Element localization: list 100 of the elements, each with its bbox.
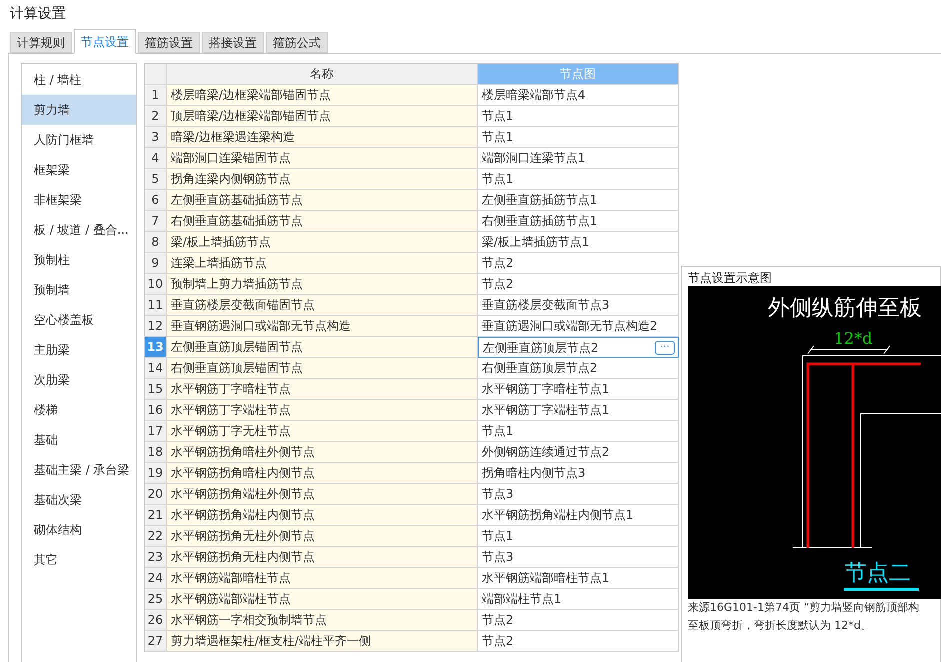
table-cell: 水平钢筋丁字暗柱节点 xyxy=(167,379,478,400)
table-cell: 水平钢筋拐角无柱内侧节点 xyxy=(167,547,478,568)
table-cell: 剪力墙遇框架柱/框支柱/端柱平齐一侧 xyxy=(167,631,478,652)
table-cell[interactable]: 节点1 xyxy=(482,128,675,146)
table-cell: 水平钢筋端部端柱节点 xyxy=(167,589,478,610)
sidebar-item[interactable]: 人防门框墙 xyxy=(22,125,136,155)
table-cell: 右侧垂直筋基础插筋节点 xyxy=(167,211,478,232)
sidebar-item[interactable]: 空心楼盖板 xyxy=(22,305,136,335)
row-number: 22 xyxy=(145,526,167,547)
window-title: 计算设置 xyxy=(10,6,66,22)
table-cell[interactable]: 节点1 xyxy=(482,422,675,440)
row-number: 18 xyxy=(145,442,167,463)
table-cell: 垂直筋楼层变截面锚固节点 xyxy=(167,295,478,316)
table-cell[interactable]: 节点2 xyxy=(482,275,675,293)
table-cell: 端部洞口连梁锚固节点 xyxy=(167,148,478,169)
tab[interactable]: 计算规则 xyxy=(10,32,72,53)
table-cell[interactable]: 节点2 xyxy=(482,611,675,629)
row-number: 19 xyxy=(145,463,167,484)
sidebar-item[interactable]: 楼梯 xyxy=(22,395,136,425)
row-number: 24 xyxy=(145,568,167,589)
table-cell[interactable]: 垂直筋遇洞口或端部无节点构造2 xyxy=(482,317,675,335)
table-cell: 水平钢筋拐角无柱外侧节点 xyxy=(167,526,478,547)
sidebar-item[interactable]: 次肋梁 xyxy=(22,365,136,395)
sidebar-item[interactable]: 砌体结构 xyxy=(22,515,136,545)
sidebar-item[interactable]: 预制墙 xyxy=(22,275,136,305)
table-cell: 水平钢筋拐角暗柱内侧节点 xyxy=(167,463,478,484)
source-note: 来源16G101-1第74页 “剪力墙竖向钢筋顶部构 xyxy=(688,600,921,616)
table-cell[interactable]: 梁/板上墙插筋节点1 xyxy=(482,233,675,251)
row-number: 16 xyxy=(145,400,167,421)
table-cell: 水平钢筋丁字无柱节点 xyxy=(167,421,478,442)
table-cell: 楼层暗梁/边框梁端部锚固节点 xyxy=(167,85,478,106)
table-cell: 水平钢筋拐角端柱内侧节点 xyxy=(167,505,478,526)
table-cell[interactable]: 节点2 xyxy=(482,254,675,272)
table-cell: 水平钢筋丁字端柱节点 xyxy=(167,400,478,421)
sidebar-item[interactable]: 框架梁 xyxy=(22,155,136,185)
table-cell: 顶层暗梁/边框梁端部锚固节点 xyxy=(167,106,478,127)
tab[interactable]: 节点设置 xyxy=(74,29,136,54)
table-cell[interactable]: 端部洞口连梁节点1 xyxy=(482,149,675,167)
table-cell[interactable]: 节点1 xyxy=(482,527,675,545)
table-cell: 左侧垂直筋基础插筋节点 xyxy=(167,190,478,211)
table-cell[interactable]: 节点1 xyxy=(482,170,675,188)
table-cell: 水平钢筋拐角暗柱外侧节点 xyxy=(167,442,478,463)
table-cell: 梁/板上墙插筋节点 xyxy=(167,232,478,253)
table-cell[interactable]: 右侧垂直筋插筋节点1 xyxy=(482,212,675,230)
sidebar-item[interactable]: 其它 xyxy=(22,545,136,575)
row-number: 11 xyxy=(145,295,167,316)
sidebar-item[interactable]: 剪力墙 xyxy=(22,95,136,125)
table-cell[interactable]: 端部端柱节点1 xyxy=(482,590,675,608)
table-cell: 连梁上墙插筋节点 xyxy=(167,253,478,274)
row-number: 3 xyxy=(145,127,167,148)
table-cell: 垂直钢筋遇洞口或端部无节点构造 xyxy=(167,316,478,337)
table-cell[interactable]: 垂直筋楼层变截面节点3 xyxy=(482,296,675,314)
node-diagram-drawing: 外侧纵筋伸至板 12*d 节点二 xyxy=(688,286,941,599)
table-cell: 水平钢筋拐角端柱外侧节点 xyxy=(167,484,478,505)
row-number: 7 xyxy=(145,211,167,232)
sidebar-item[interactable]: 柱 / 墙柱 xyxy=(22,65,136,95)
table-cell: 暗梁/边框梁遇连梁构造 xyxy=(167,127,478,148)
table-cell[interactable]: 水平钢筋丁字暗柱节点1 xyxy=(482,380,675,398)
sidebar-item[interactable]: 基础主梁 / 承台梁 xyxy=(22,455,136,485)
tab[interactable]: 搭接设置 xyxy=(202,32,264,53)
row-number: 15 xyxy=(145,379,167,400)
table-cell[interactable]: 左侧垂直筋插筋节点1 xyxy=(482,191,675,209)
sidebar-item[interactable]: 非框架梁 xyxy=(22,185,136,215)
table-cell[interactable]: 右侧垂直筋顶层节点2 xyxy=(482,359,675,377)
table-cell[interactable]: 水平钢筋拐角端柱内侧节点1 xyxy=(482,506,675,524)
table-cell[interactable]: 节点1 xyxy=(482,107,675,125)
table-cell: 拐角连梁内侧钢筋节点 xyxy=(167,169,478,190)
table-cell: 预制墙上剪力墙插筋节点 xyxy=(167,274,478,295)
row-number: 23 xyxy=(145,547,167,568)
row-number: 12 xyxy=(145,316,167,337)
row-number: 21 xyxy=(145,505,167,526)
table-cell[interactable]: 水平钢筋端部暗柱节点1 xyxy=(482,569,675,587)
table-cell[interactable]: 外侧钢筋连续通过节点2 xyxy=(482,443,675,461)
table-cell[interactable]: 左侧垂直筋顶层节点2 xyxy=(483,338,655,356)
row-number: 8 xyxy=(145,232,167,253)
source-note: 至板顶弯折，弯折长度默认为 12*d。 xyxy=(688,618,873,634)
sidebar-item[interactable]: 预制柱 xyxy=(22,245,136,275)
sidebar-item[interactable]: 基础 xyxy=(22,425,136,455)
table-cell[interactable]: 楼层暗梁端部节点4 xyxy=(482,86,675,104)
row-number: 26 xyxy=(145,610,167,631)
table-cell[interactable]: 节点2 xyxy=(482,632,675,650)
tab[interactable]: 箍筋设置 xyxy=(138,32,200,53)
sidebar-item[interactable]: 主肋梁 xyxy=(22,335,136,365)
table-cell[interactable]: 水平钢筋丁字端柱节点1 xyxy=(482,401,675,419)
column-header[interactable]: 名称 xyxy=(167,64,478,85)
table-cell[interactable]: 节点3 xyxy=(482,485,675,503)
row-number: 20 xyxy=(145,484,167,505)
preview-title: 节点设置示意图 xyxy=(688,270,772,287)
row-number: 14 xyxy=(145,358,167,379)
table-cell: 右侧垂直筋顶层锚固节点 xyxy=(167,358,478,379)
sidebar-item[interactable]: 基础次梁 xyxy=(22,485,136,515)
row-number: 4 xyxy=(145,148,167,169)
row-number: 2 xyxy=(145,106,167,127)
row-number: 25 xyxy=(145,589,167,610)
row-number: 27 xyxy=(145,631,167,652)
table-cell: 水平钢筋端部暗柱节点 xyxy=(167,568,478,589)
table-cell[interactable]: 拐角暗柱内侧节点3 xyxy=(482,464,675,482)
tab[interactable]: 箍筋公式 xyxy=(266,32,328,53)
sidebar-item[interactable]: 板 / 坡道 / 叠合... xyxy=(22,215,136,245)
table-cell[interactable]: 节点3 xyxy=(482,548,675,566)
